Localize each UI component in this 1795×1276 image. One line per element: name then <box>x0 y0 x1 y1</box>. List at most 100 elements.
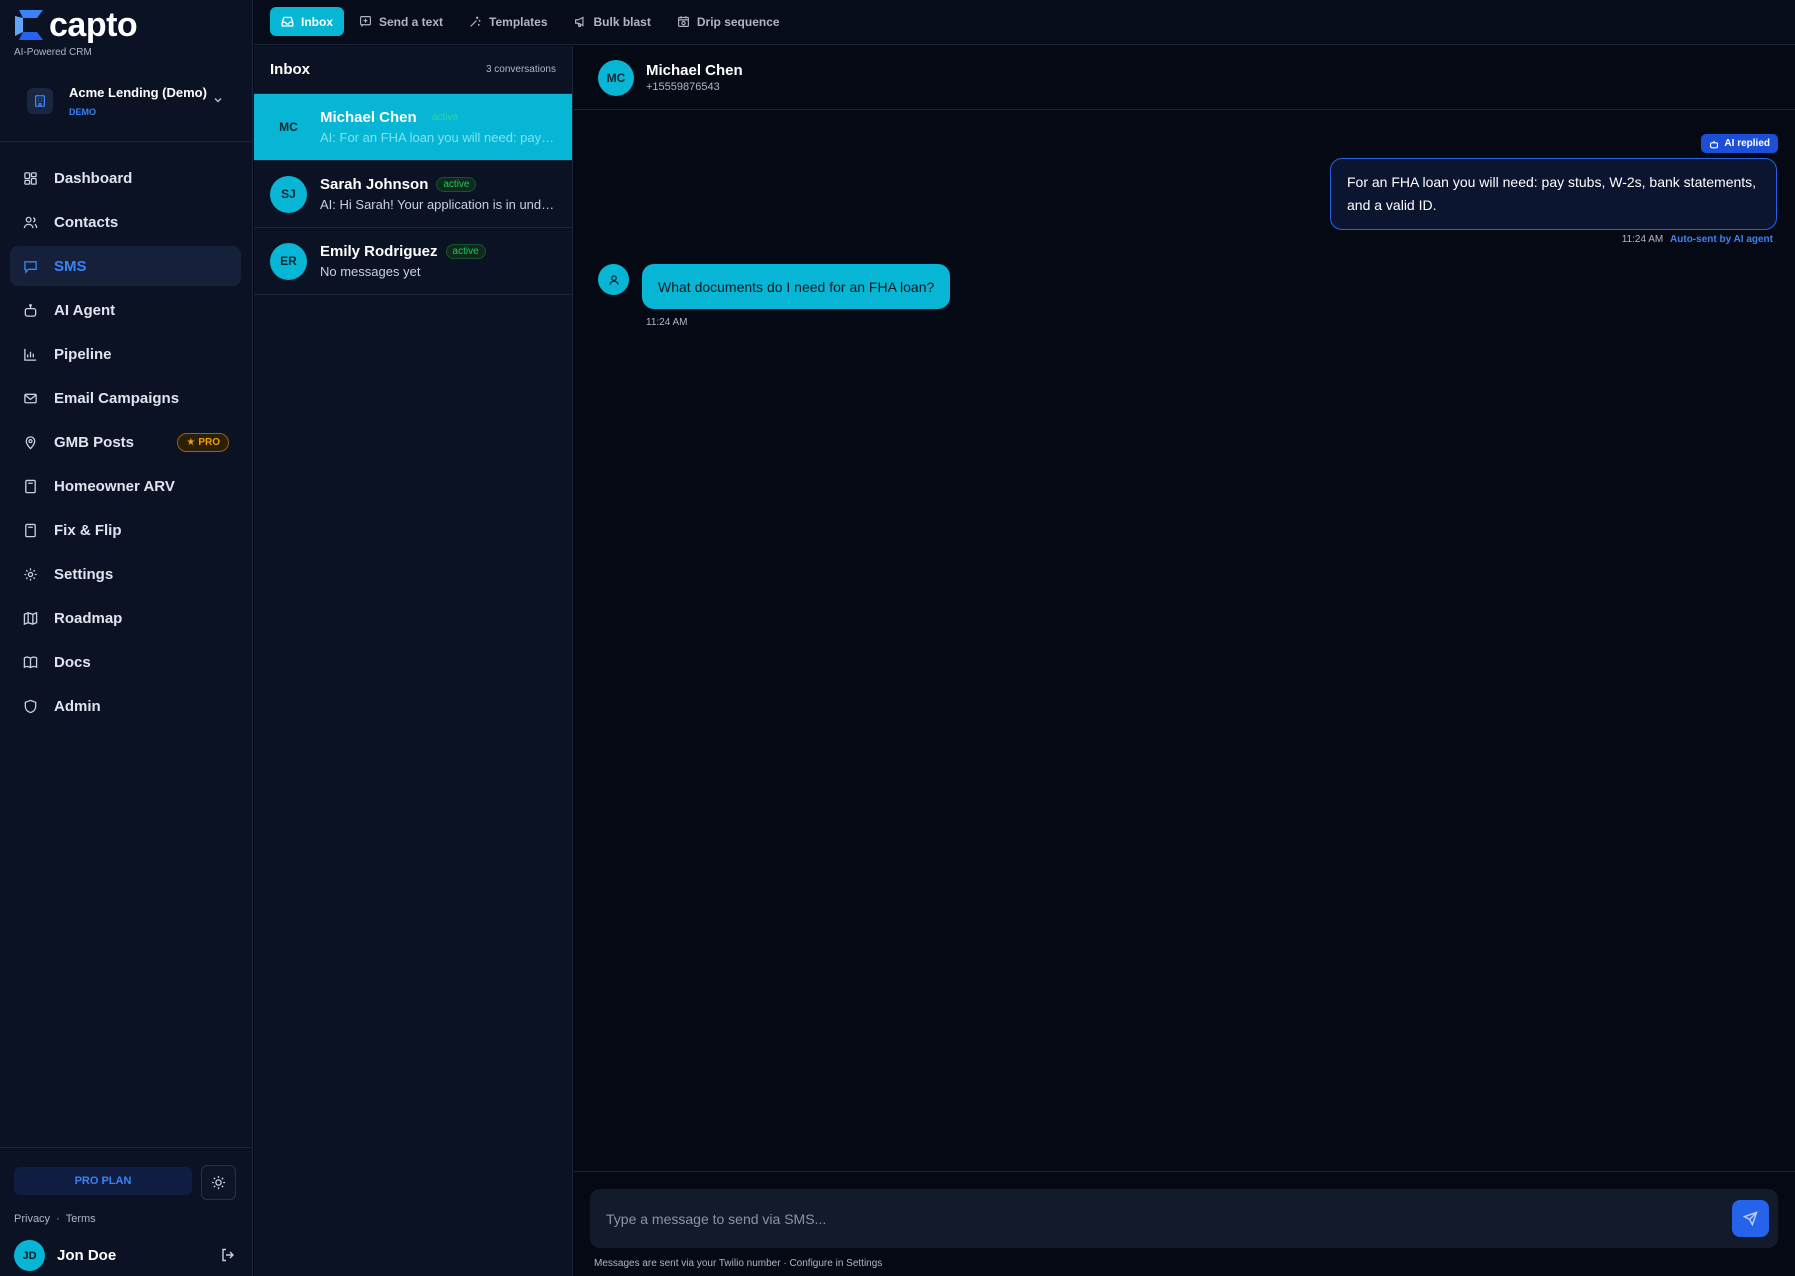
chart-icon <box>22 346 38 362</box>
sidebar-item-gmb-posts[interactable]: GMB Posts ★ PRO <box>10 422 241 462</box>
sidebar-item-label: Fix & Flip <box>54 521 122 539</box>
message-meta: 11:24 AM Auto-sent by AI agent <box>1622 234 1773 245</box>
outgoing-message: For an FHA loan you will need: pay stubs… <box>1330 158 1777 230</box>
gear-icon <box>22 566 38 582</box>
composer-note: Messages are sent via your Twilio number… <box>594 1258 883 1269</box>
user-profile[interactable]: JD Jon Doe <box>14 1240 116 1271</box>
megaphone-icon <box>574 16 584 27</box>
status-badge: active <box>445 244 486 259</box>
inbox-header: Inbox 3 conversations <box>254 46 572 94</box>
tab-label: Templates <box>489 14 548 29</box>
privacy-link[interactable]: Privacy <box>14 1213 50 1225</box>
contact-phone: +15559876543 <box>646 81 720 93</box>
incoming-message: What documents do I need for an FHA loan… <box>642 264 951 309</box>
conversation-item[interactable]: SJ Sarah Johnson active AI: Hi Sarah! Yo… <box>254 161 572 228</box>
chevron-down-icon <box>214 97 222 103</box>
divider <box>574 1171 1795 1172</box>
tab-send-a-text[interactable]: Send a text <box>348 7 454 36</box>
dashboard-icon <box>22 170 38 186</box>
book-icon <box>22 654 38 670</box>
calculator-icon <box>22 522 38 538</box>
conversation-item[interactable]: MC Michael Chen active AI: For an FHA lo… <box>254 94 572 161</box>
ai-badge-label: AI replied <box>1724 138 1770 149</box>
terms-link[interactable]: Terms <box>66 1213 96 1225</box>
sidebar-item-sms[interactable]: SMS <box>10 246 241 286</box>
legal-separator: · <box>56 1213 60 1225</box>
avatar: JD <box>14 1240 45 1271</box>
status-badge: active <box>436 177 477 192</box>
theme-toggle-button[interactable] <box>201 1165 236 1200</box>
map-icon <box>22 610 38 626</box>
sidebar-item-label: Roadmap <box>54 609 123 627</box>
sidebar-item-roadmap[interactable]: Roadmap <box>10 598 241 638</box>
message-preview: AI: For an FHA loan you will need: pay s… <box>320 130 556 145</box>
tab-label: Bulk blast <box>593 14 651 29</box>
org-switcher[interactable]: Acme Lending (Demo) DEMO <box>13 74 238 128</box>
chat-panel: MC Michael Chen +15559876543 AI replied … <box>574 46 1795 1276</box>
user-name: Jon Doe <box>57 1247 117 1264</box>
sidebar-item-label: Pipeline <box>54 345 112 363</box>
users-icon <box>22 214 38 230</box>
capto-logo-icon <box>15 10 43 40</box>
sidebar-item-homeowner-arv[interactable]: Homeowner ARV <box>10 466 241 506</box>
sidebar: capto AI-Powered CRM Acme Lending (Demo)… <box>0 0 253 1276</box>
brand-name: capto <box>49 6 138 44</box>
sidebar-item-settings[interactable]: Settings <box>10 554 241 594</box>
calculator-icon <box>22 478 38 494</box>
tab-label: Send a text <box>379 14 444 29</box>
avatar: MC <box>598 59 634 96</box>
status-badge: active <box>431 112 458 123</box>
user-icon <box>608 274 619 285</box>
pro-badge: ★ PRO <box>177 433 229 452</box>
conversation-count: 3 conversations <box>485 64 556 75</box>
robot-icon <box>22 302 38 318</box>
divider <box>0 1147 253 1148</box>
message-time: 11:24 AM <box>646 317 688 328</box>
contact-name: Sarah Johnson <box>320 176 429 193</box>
sms-tabs-bar: Inbox Send a text Templates Bulk blast D… <box>254 0 1795 45</box>
shield-icon <box>22 698 38 714</box>
pro-plan-button[interactable]: PRO PLAN <box>14 1167 192 1195</box>
contact-name: Michael Chen <box>646 62 743 79</box>
sidebar-item-fix-flip[interactable]: Fix & Flip <box>10 510 241 550</box>
message-icon <box>22 258 38 274</box>
sidebar-item-label: Homeowner ARV <box>54 477 175 495</box>
tab-templates[interactable]: Templates <box>458 7 558 36</box>
sidebar-item-label: SMS <box>54 257 87 275</box>
chat-header: MC Michael Chen +15559876543 <box>574 46 1795 110</box>
send-button[interactable] <box>1732 1200 1769 1237</box>
tab-drip-sequence[interactable]: Drip sequence <box>666 7 791 36</box>
tab-inbox[interactable]: Inbox <box>270 7 344 36</box>
building-icon <box>27 88 53 114</box>
sidebar-item-label: Email Campaigns <box>54 389 180 407</box>
sidebar-item-docs[interactable]: Docs <box>10 642 241 682</box>
sidebar-item-email-campaigns[interactable]: Email Campaigns <box>10 378 241 418</box>
legal-links: Privacy · Terms <box>14 1213 102 1225</box>
sidebar-item-pipeline[interactable]: Pipeline <box>10 334 241 374</box>
message-input[interactable] <box>590 1189 1720 1248</box>
ai-replied-badge: AI replied <box>1701 134 1778 153</box>
conversation-item[interactable]: ER Emily Rodriguez active No messages ye… <box>254 228 572 295</box>
org-name: Acme Lending (Demo) <box>69 85 207 100</box>
brand-logo[interactable]: capto <box>13 6 138 44</box>
inbox-icon <box>281 16 294 27</box>
sidebar-item-admin[interactable]: Admin <box>10 686 241 726</box>
tab-bulk-blast[interactable]: Bulk blast <box>563 7 662 36</box>
sparkles-icon <box>470 16 481 27</box>
org-badge: DEMO <box>69 107 96 117</box>
send-icon <box>1743 1211 1758 1226</box>
mail-icon <box>22 390 38 406</box>
sidebar-item-ai-agent[interactable]: AI Agent <box>10 290 241 330</box>
sidebar-item-label: Contacts <box>54 213 119 231</box>
logout-icon[interactable] <box>220 1247 236 1263</box>
conversation-list: Inbox 3 conversations MC Michael Chen ac… <box>254 46 573 1276</box>
divider <box>0 141 253 142</box>
sidebar-item-dashboard[interactable]: Dashboard <box>10 158 241 198</box>
brand-tagline: AI-Powered CRM <box>14 47 92 58</box>
sidebar-item-contacts[interactable]: Contacts <box>10 202 241 242</box>
tabs: Inbox Send a text Templates Bulk blast D… <box>270 7 795 36</box>
auto-sent-label: Auto-sent by AI agent <box>1670 234 1773 245</box>
inbox-title: Inbox <box>270 61 310 78</box>
sidebar-item-label: Docs <box>54 653 91 671</box>
map-pin-icon <box>22 434 38 450</box>
